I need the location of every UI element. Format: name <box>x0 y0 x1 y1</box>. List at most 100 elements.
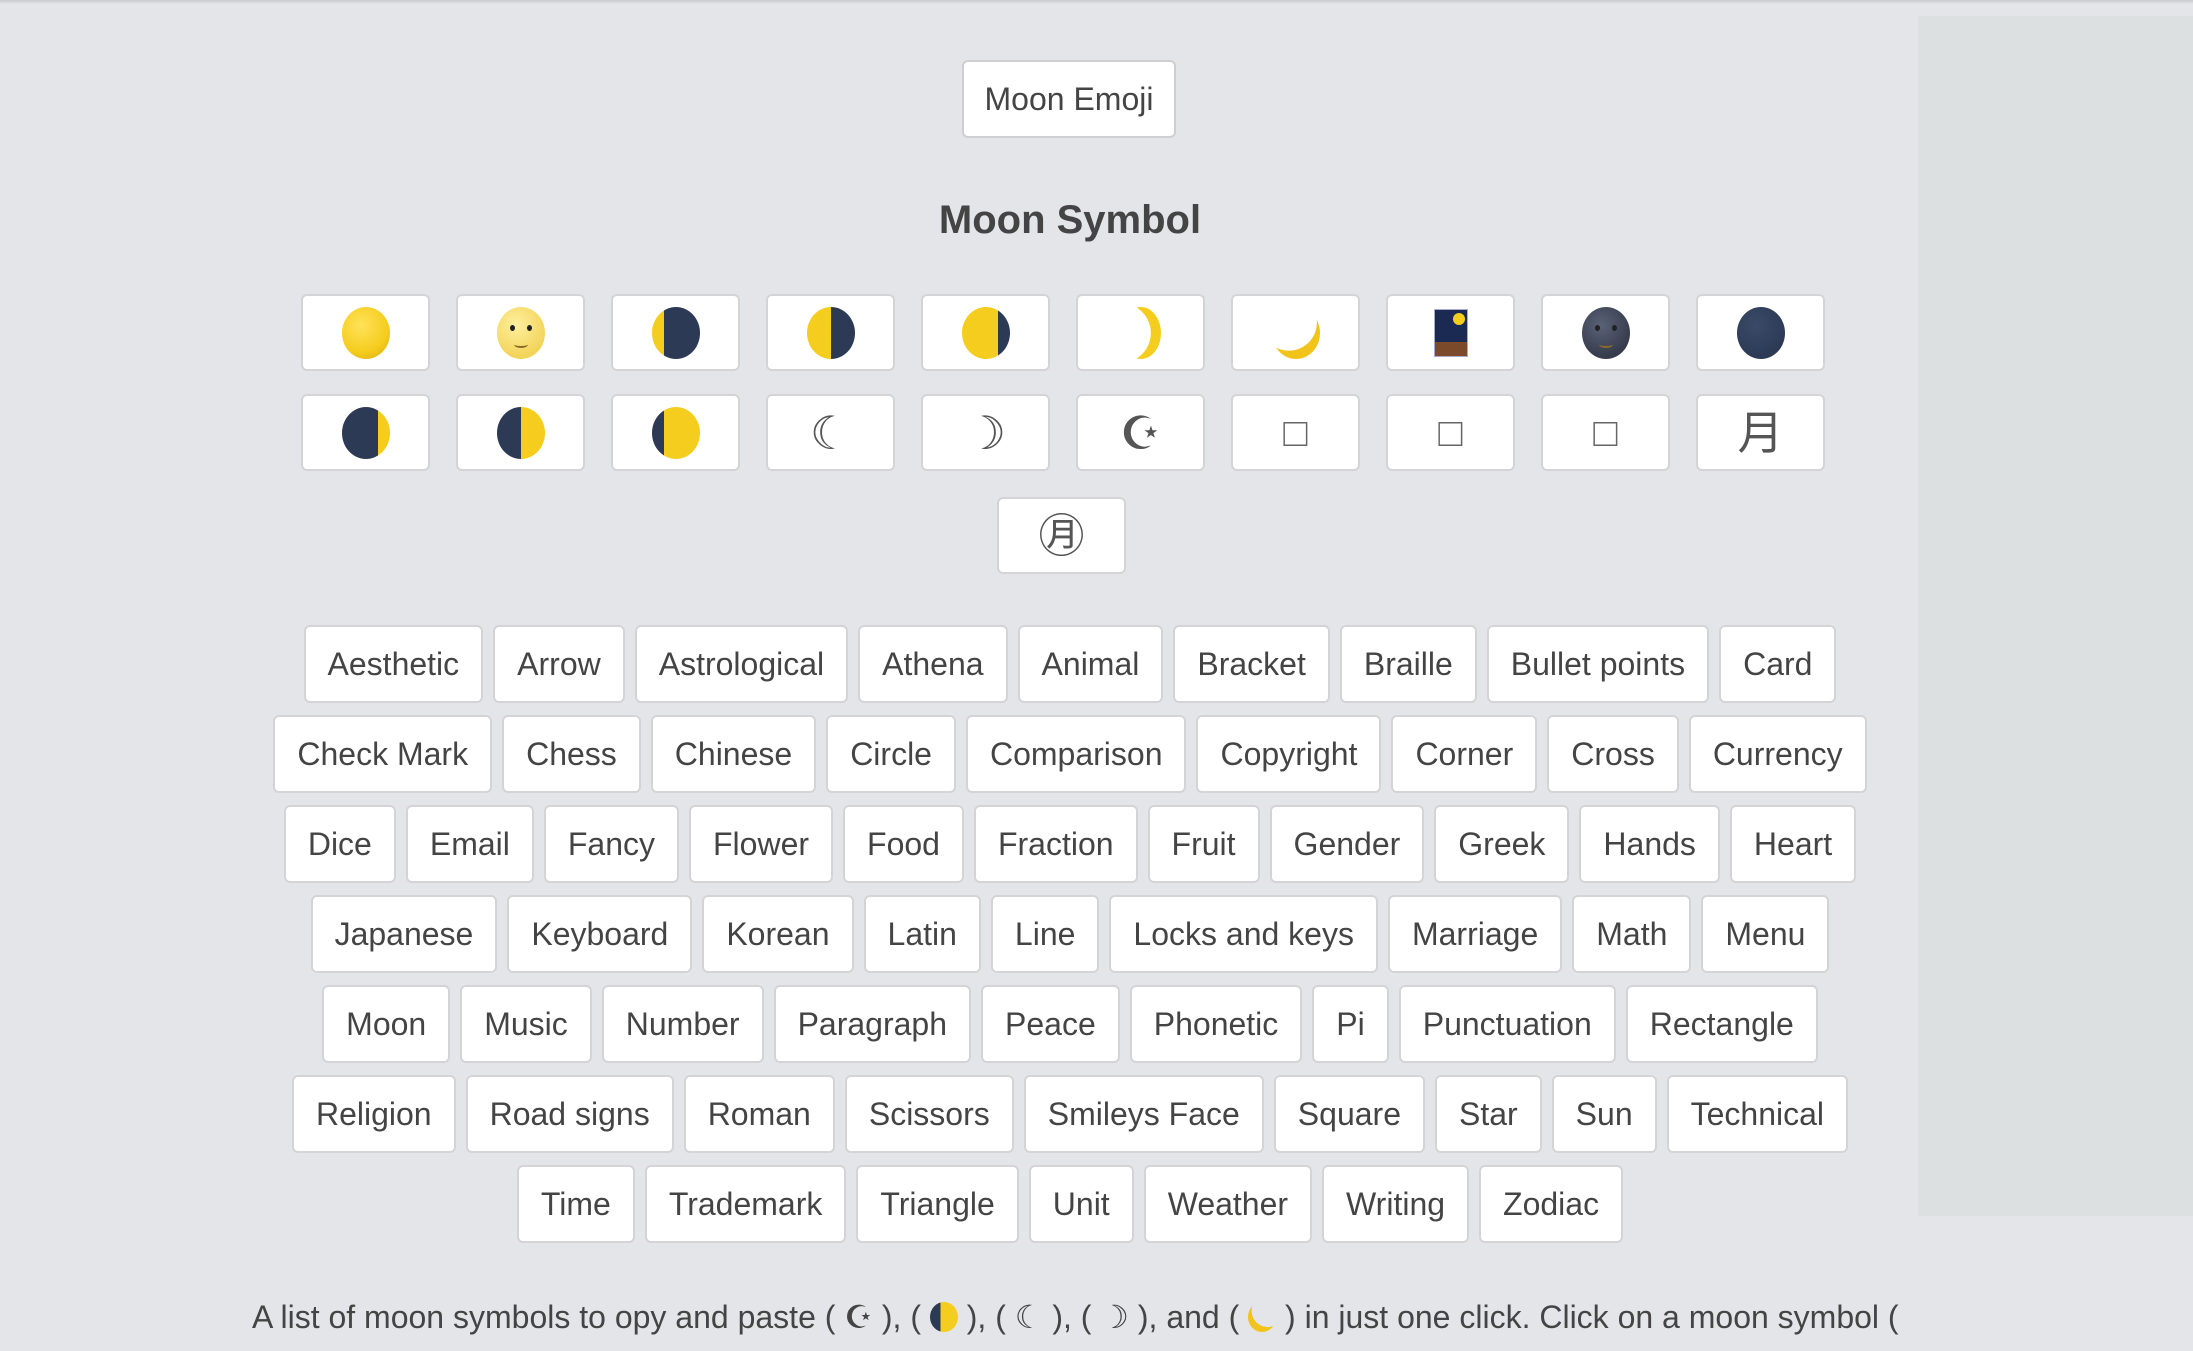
tag-athena[interactable]: Athena <box>858 625 1008 703</box>
tag-rectangle[interactable]: Rectangle <box>1625 985 1818 1063</box>
tag-circle[interactable]: Circle <box>826 715 956 793</box>
symbol-card[interactable] <box>1386 294 1515 371</box>
tag-music[interactable]: Music <box>460 985 592 1063</box>
tag-cross[interactable]: Cross <box>1547 715 1679 793</box>
tag-sun[interactable]: Sun <box>1551 1075 1657 1153</box>
tag-row: Check Mark Chess Chinese Circle Comparison Co… <box>0 715 2140 793</box>
tag-pi[interactable]: Pi <box>1312 985 1389 1063</box>
tag-trademark[interactable]: Trademark <box>644 1165 847 1243</box>
description-text: A list of moon symbols to opy and paste … <box>252 1299 845 1335</box>
symbol-card[interactable] <box>766 294 895 371</box>
tag-time[interactable]: Time <box>516 1165 635 1243</box>
symbol-card[interactable] <box>1696 294 1825 371</box>
tag-fraction[interactable]: Fraction <box>973 805 1138 883</box>
tag-paragraph[interactable]: Paragraph <box>773 985 972 1063</box>
symbol-card[interactable] <box>301 394 430 471</box>
tag-animal[interactable]: Animal <box>1017 625 1164 703</box>
symbol-card[interactable]: ☽ <box>921 394 1050 471</box>
tag-email[interactable]: Email <box>405 805 534 883</box>
tag-chess[interactable]: Chess <box>502 715 641 793</box>
tag-copyright[interactable]: Copyright <box>1196 715 1382 793</box>
tag-card[interactable]: Card <box>1719 625 1837 703</box>
tag-fruit[interactable]: Fruit <box>1147 805 1260 883</box>
tag-punctuation[interactable]: Punctuation <box>1398 985 1616 1063</box>
tag-marriage[interactable]: Marriage <box>1387 895 1563 973</box>
description-paragraph: A list of moon symbols to opy and paste … <box>252 1298 1899 1336</box>
symbol-card[interactable] <box>611 394 740 471</box>
tag-chinese[interactable]: Chinese <box>650 715 817 793</box>
tag-menu[interactable]: Menu <box>1701 895 1830 973</box>
tag-hands[interactable]: Hands <box>1579 805 1720 883</box>
tag-zodiac[interactable]: Zodiac <box>1479 1165 1624 1243</box>
tag-arrow[interactable]: Arrow <box>493 625 625 703</box>
symbol-card[interactable]: ㊊ <box>997 497 1126 574</box>
tag-phonetic[interactable]: Phonetic <box>1129 985 1303 1063</box>
symbol-card[interactable]: □ <box>1386 394 1515 471</box>
tag-check-mark[interactable]: Check Mark <box>273 715 493 793</box>
first-quarter-moon-face-icon <box>1120 306 1161 359</box>
tag-locks-and-keys[interactable]: Locks and keys <box>1109 895 1378 973</box>
tag-flower[interactable]: Flower <box>689 805 834 883</box>
tag-latin[interactable]: Latin <box>863 895 981 973</box>
tag-triangle[interactable]: Triangle <box>856 1165 1019 1243</box>
tag-technical[interactable]: Technical <box>1666 1075 1849 1153</box>
symbol-card[interactable] <box>301 294 430 371</box>
tag-gender[interactable]: Gender <box>1269 805 1425 883</box>
tag-math[interactable]: Math <box>1572 895 1692 973</box>
last-quarter-crescent-icon: ☾ <box>809 406 852 459</box>
tag-korean[interactable]: Korean <box>702 895 854 973</box>
tag-peace[interactable]: Peace <box>981 985 1120 1063</box>
tag-corner[interactable]: Corner <box>1391 715 1538 793</box>
symbol-card[interactable]: ☪ <box>1076 394 1205 471</box>
tag-food[interactable]: Food <box>843 805 964 883</box>
symbol-card[interactable] <box>456 294 585 371</box>
tag-japanese[interactable]: Japanese <box>310 895 498 973</box>
tag-moon[interactable]: Moon <box>322 985 451 1063</box>
crescent-moon-icon <box>1248 1302 1277 1332</box>
tag-greek[interactable]: Greek <box>1434 805 1570 883</box>
first-quarter-moon-icon <box>496 406 545 459</box>
symbol-card[interactable]: □ <box>1541 394 1670 471</box>
tag-bracket[interactable]: Bracket <box>1173 625 1330 703</box>
tag-unit[interactable]: Unit <box>1028 1165 1134 1243</box>
tag-heart[interactable]: Heart <box>1729 805 1857 883</box>
tag-currency[interactable]: Currency <box>1688 715 1867 793</box>
symbol-card[interactable]: □ <box>1231 394 1360 471</box>
symbol-card[interactable] <box>456 394 585 471</box>
tag-square[interactable]: Square <box>1273 1075 1425 1153</box>
symbol-card[interactable]: ☾ <box>766 394 895 471</box>
symbol-card[interactable] <box>1076 294 1205 371</box>
tag-row: Religion Road signs Roman Scissors Smileys F… <box>0 1075 2140 1153</box>
tag-scissors[interactable]: Scissors <box>844 1075 1014 1153</box>
tag-braille[interactable]: Braille <box>1339 625 1477 703</box>
tag-row: Aesthetic Arrow Astrological Athena Animal Br… <box>0 625 2140 703</box>
tag-smileys-face[interactable]: Smileys Face <box>1023 1075 1264 1153</box>
tag-aesthetic[interactable]: Aesthetic <box>303 625 484 703</box>
moon-emoji-button[interactable]: Moon Emoji <box>962 60 1176 138</box>
tag-line[interactable]: Line <box>990 895 1100 973</box>
tag-star[interactable]: Star <box>1434 1075 1542 1153</box>
tag-keyboard[interactable]: Keyboard <box>507 895 693 973</box>
tag-comparison[interactable]: Comparison <box>965 715 1187 793</box>
tag-religion[interactable]: Religion <box>291 1075 456 1153</box>
tag-bullet-points[interactable]: Bullet points <box>1486 625 1710 703</box>
symbol-card[interactable] <box>611 294 740 371</box>
first-quarter-crescent-icon: ☽ <box>1100 1299 1129 1335</box>
tag-writing[interactable]: Writing <box>1322 1165 1470 1243</box>
description-text: ), ( <box>957 1299 1015 1335</box>
tag-dice[interactable]: Dice <box>283 805 396 883</box>
tag-fancy[interactable]: Fancy <box>543 805 679 883</box>
circled-moon-ideograph-icon: ㊊ <box>1038 509 1085 562</box>
symbol-card[interactable] <box>1541 294 1670 371</box>
tag-row: Moon Music Number Paragraph Peace Phonetic Pi P… <box>0 985 2140 1063</box>
tag-row: Dice Email Fancy Flower Food Fraction Fruit Gen… <box>0 805 2140 883</box>
last-quarter-crescent-icon: ☾ <box>1014 1299 1044 1335</box>
tag-roman[interactable]: Roman <box>683 1075 835 1153</box>
symbol-card[interactable]: 月 <box>1696 394 1825 471</box>
tag-astrological[interactable]: Astrological <box>634 625 849 703</box>
tag-weather[interactable]: Weather <box>1143 1165 1313 1243</box>
tag-number[interactable]: Number <box>601 985 764 1063</box>
symbol-card[interactable] <box>1231 294 1360 371</box>
symbol-card[interactable] <box>921 294 1050 371</box>
tag-road-signs[interactable]: Road signs <box>465 1075 674 1153</box>
